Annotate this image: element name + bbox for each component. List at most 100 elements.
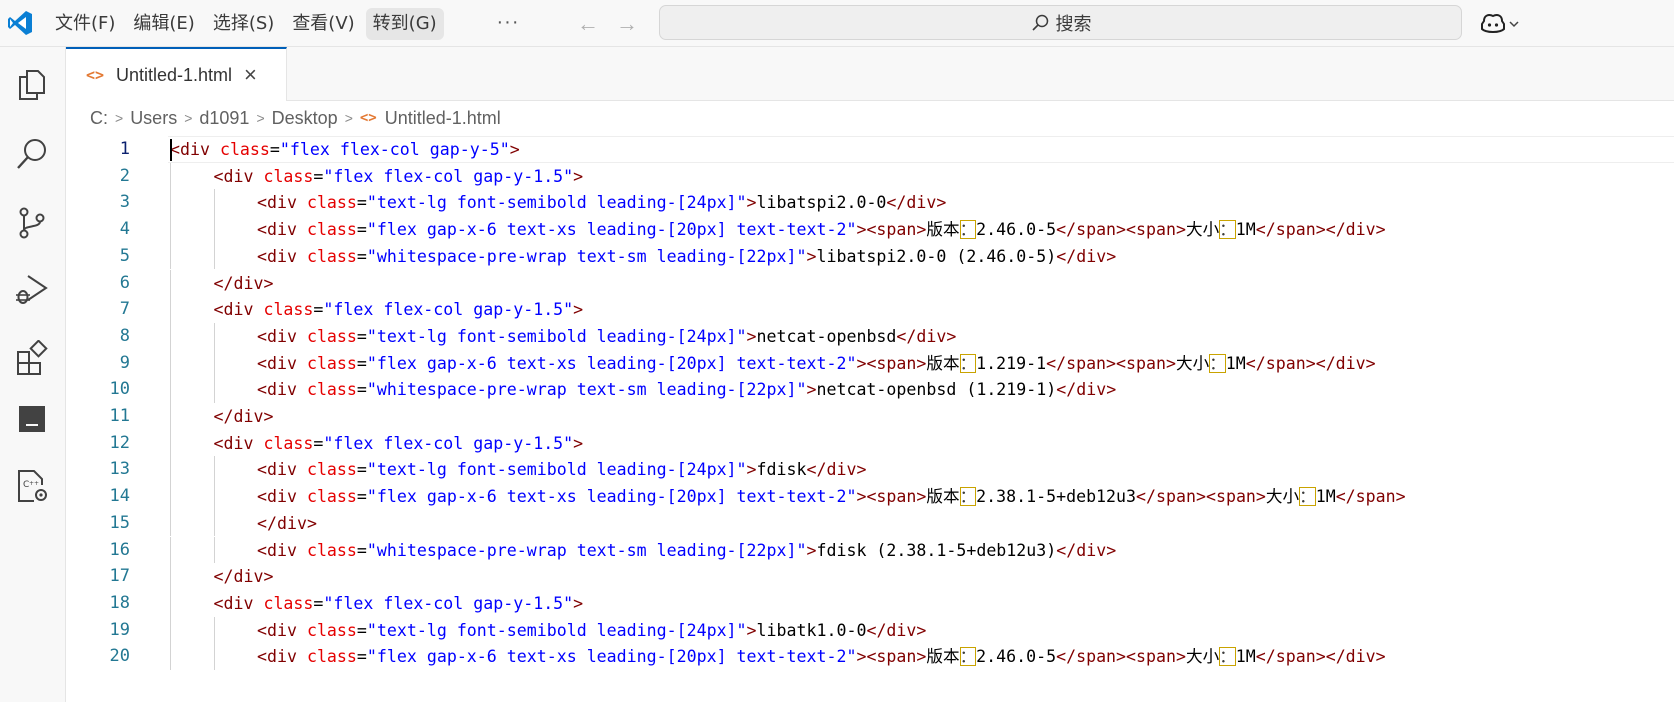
breadcrumb-file[interactable]: Untitled-1.html xyxy=(385,108,501,129)
editor-tab-bar: <> Untitled-1.html × xyxy=(66,47,1674,101)
code-token: "flex flex-col gap-y-1.5" xyxy=(323,300,574,320)
code-text: <div class="flex flex-col gap-y-1.5"> xyxy=(214,430,584,457)
breadcrumb-user[interactable]: d1091 xyxy=(199,108,249,129)
code-token: 版本 xyxy=(926,353,960,373)
code-token: </div> xyxy=(1056,540,1117,560)
tab-label: Untitled-1.html xyxy=(116,64,233,85)
line-number: 13 xyxy=(109,459,130,480)
code-token: = xyxy=(356,620,367,640)
breadcrumb-desktop[interactable]: Desktop xyxy=(272,108,338,129)
code-token: ： xyxy=(1209,353,1226,373)
menu-file[interactable]: 文件(F) xyxy=(48,8,122,40)
indent-guide xyxy=(170,429,171,457)
indent-guide xyxy=(170,643,171,670)
indent-guide xyxy=(213,483,215,510)
code-token: <span> xyxy=(866,647,927,667)
forward-arrow-icon[interactable]: → xyxy=(613,10,641,38)
indent-guide xyxy=(213,616,215,644)
menu-view[interactable]: 查看(V) xyxy=(285,8,361,40)
files-icon xyxy=(19,70,45,100)
code-token: </span> xyxy=(1335,487,1406,507)
line-number: 1 xyxy=(119,139,130,159)
code-token: libatspi2.0-0 xyxy=(756,193,887,213)
indent-guide xyxy=(213,536,215,564)
indent-guide xyxy=(170,563,171,590)
code-token: netcat-openbsd xyxy=(756,326,897,346)
html-file-icon: <> xyxy=(359,110,377,126)
code-line: 16 <div class="whitespace-pre-wrap text-s… xyxy=(66,536,1674,564)
code-line: 20 <div class="flex gap-x-6 text-xs leadi… xyxy=(66,643,1674,670)
close-icon[interactable]: × xyxy=(244,64,257,86)
code-token: class xyxy=(306,246,357,266)
indent-guide xyxy=(170,296,171,323)
vscode-logo-icon xyxy=(8,11,32,35)
copilot-button[interactable] xyxy=(1480,10,1528,38)
code-line: 10 <div class="whitespace-pre-wrap text-s… xyxy=(66,376,1674,403)
code-token: = xyxy=(356,193,367,213)
indent-guide xyxy=(213,242,215,270)
menu-go[interactable]: 转到(G) xyxy=(365,8,444,40)
code-token: </div> xyxy=(1056,246,1117,266)
code-token: class xyxy=(306,460,357,480)
panel-icon xyxy=(19,406,45,432)
menu-selection[interactable]: 选择(S) xyxy=(206,8,281,40)
code-token: "flex gap-x-6 text-xs leading-[20px] tex… xyxy=(366,353,857,373)
code-token: > xyxy=(746,620,757,640)
code-token: = xyxy=(356,326,367,346)
code-token: "flex gap-x-6 text-xs leading-[20px] tex… xyxy=(366,487,857,507)
breadcrumb-drive[interactable]: C: xyxy=(90,108,108,129)
line-number: 18 xyxy=(109,592,130,613)
command-center-search[interactable]: 搜索 xyxy=(659,5,1462,40)
source-control-button[interactable] xyxy=(11,202,53,244)
search-button[interactable] xyxy=(11,133,53,175)
more-menu-button[interactable]: ··· xyxy=(492,8,524,40)
indent-guide xyxy=(213,349,215,377)
code-token: libatspi2.0-0 (2.46.0-5) xyxy=(816,246,1057,266)
menu-edit[interactable]: 编辑(E) xyxy=(126,8,201,40)
code-editor[interactable]: 1 <div class="flex flex-col gap-y-5"> 2 <di… xyxy=(66,136,1674,702)
code-line: 18 <div class="flex flex-col gap-y-1.5"> xyxy=(66,589,1674,617)
code-text: <div class="whitespace-pre-wrap text-sm … xyxy=(257,537,1116,564)
code-token: "flex gap-x-6 text-xs leading-[20px] tex… xyxy=(366,647,857,667)
extensions-button[interactable] xyxy=(11,337,53,379)
code-line: 4 <div class="flex gap-x-6 text-xs leadin… xyxy=(66,216,1674,243)
code-text: <div class="flex gap-x-6 text-xs leading… xyxy=(257,350,1376,377)
code-token: </span> xyxy=(1245,353,1316,373)
tab-untitled-1-html[interactable]: <> Untitled-1.html × xyxy=(66,47,287,101)
code-token: class xyxy=(306,380,357,400)
code-token: ： xyxy=(959,353,977,373)
code-token: 1M xyxy=(1235,220,1256,240)
code-token: <span> xyxy=(1116,353,1176,373)
run-debug-button[interactable] xyxy=(11,269,53,311)
code-token: > xyxy=(856,220,867,240)
line-number: 20 xyxy=(109,646,130,667)
code-token: <div xyxy=(257,620,307,640)
code-token: = xyxy=(313,433,324,453)
code-token: ： xyxy=(959,487,977,507)
code-line: 1 <div class="flex flex-col gap-y-5"> xyxy=(66,136,1674,163)
indent-guide xyxy=(170,536,171,564)
code-line: 11 </div> xyxy=(66,403,1674,430)
code-token: 版本 xyxy=(926,647,960,667)
explorer-button[interactable] xyxy=(11,63,53,105)
code-token: fdisk (2.38.1-5+deb12u3) xyxy=(816,540,1057,560)
svg-text:++: ++ xyxy=(29,480,39,487)
code-token: = xyxy=(356,540,367,560)
code-token: = xyxy=(356,487,367,507)
code-token: class xyxy=(263,166,314,186)
indent-guide xyxy=(170,616,171,644)
panel-toggle-button[interactable] xyxy=(11,398,53,440)
code-token: </div> xyxy=(806,460,867,480)
run-debug-icon xyxy=(16,275,48,304)
code-token: <div xyxy=(257,380,307,400)
indent-guide xyxy=(170,589,171,617)
indent-guide xyxy=(170,322,171,350)
breadcrumb-users[interactable]: Users xyxy=(130,108,177,129)
code-token: </div> xyxy=(1056,380,1117,400)
code-text: <div class="flex flex-col gap-y-1.5"> xyxy=(214,296,584,323)
remote-settings-button[interactable]: C ++ xyxy=(11,465,53,507)
back-arrow-icon[interactable]: ← xyxy=(574,10,602,38)
search-icon xyxy=(1031,14,1048,31)
code-token: 2.46.0-5 xyxy=(976,647,1057,667)
code-token: > xyxy=(746,326,757,346)
